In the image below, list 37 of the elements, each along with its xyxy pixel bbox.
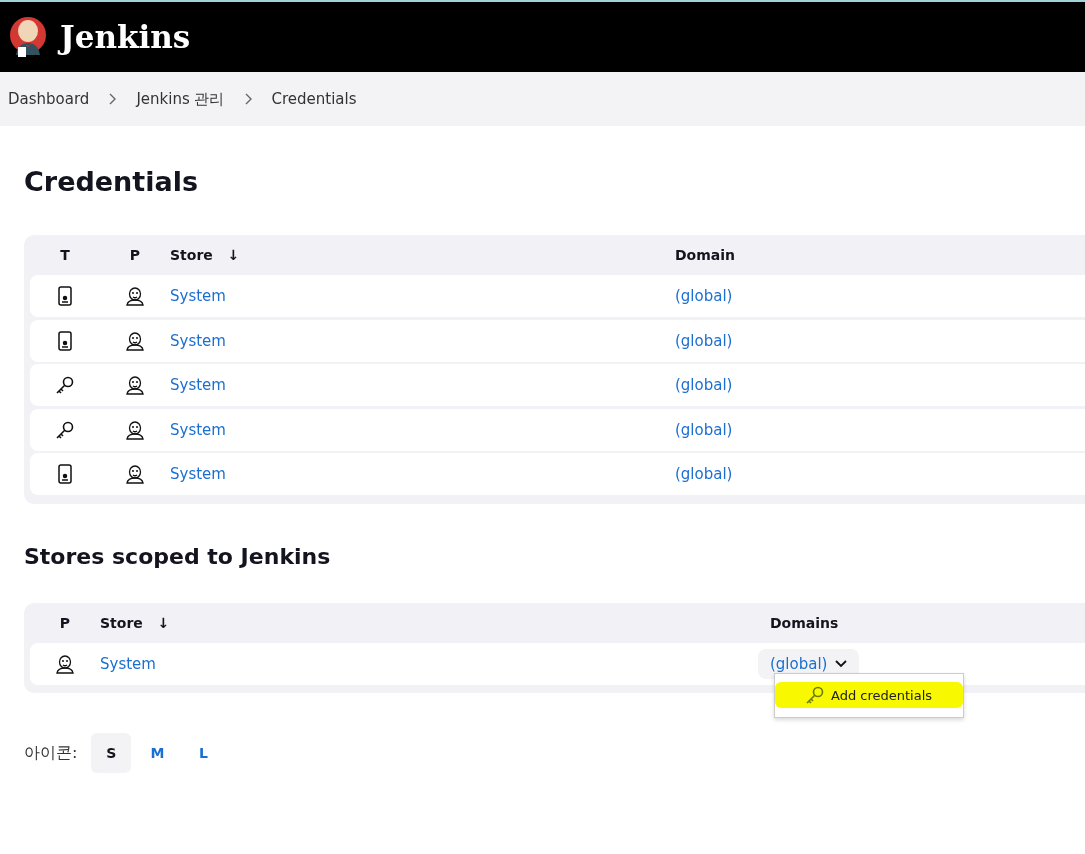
icon-size-button[interactable]: S [91,733,132,773]
column-header: T [60,247,70,263]
column-header[interactable]: Store ↓ [170,247,240,263]
key-icon [55,419,75,440]
breadcrumb-link[interactable]: Dashboard [8,90,90,108]
chevron-right-icon [244,93,252,105]
icon-size-button[interactable]: L [183,733,224,773]
phone-icon [58,330,72,351]
domain-link[interactable]: (global) [675,465,733,483]
phone-icon [58,464,72,484]
icon-size-button[interactable]: M [137,733,178,773]
column-header: Domains [770,614,839,631]
chevron-right-icon [109,93,117,105]
phone-icon [58,286,72,306]
column-header: P [59,614,71,631]
store-link[interactable]: System [100,654,156,673]
chevron-down-icon [835,659,848,668]
domain-link[interactable]: (global) [675,331,733,350]
page-title: Credentials [24,166,199,197]
store-link[interactable]: System [170,287,226,305]
domain-link[interactable]: (global) [675,376,733,394]
icon-size-label: 아이콘: [24,742,78,764]
menu-item[interactable]: Add credentials [775,682,963,708]
column-header: P [129,247,141,263]
domain-link[interactable]: (global) [675,420,733,439]
breadcrumb-link[interactable]: Credentials [271,90,357,108]
key-icon [805,685,825,705]
store-link[interactable]: System [170,465,226,483]
key-icon [55,375,75,395]
section-title: Stores scoped to Jenkins [24,543,332,569]
column-header[interactable]: Store ↓ [100,614,170,631]
store-link[interactable]: System [170,331,226,350]
store-link[interactable]: System [170,420,226,439]
column-header: Domain [675,247,736,263]
store-link[interactable]: System [170,376,226,394]
domain-link[interactable]: (global) [675,287,733,305]
breadcrumb-link[interactable]: Jenkins 관리 [136,89,225,109]
